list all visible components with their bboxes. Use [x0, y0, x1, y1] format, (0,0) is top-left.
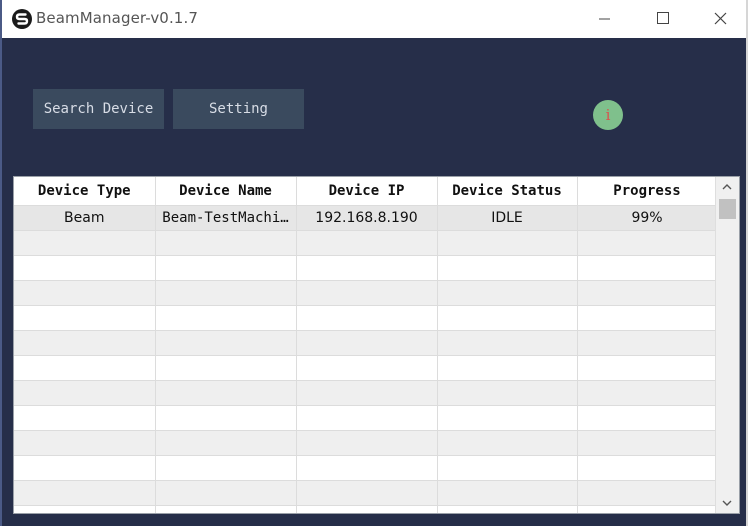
minimize-button[interactable] [579, 0, 625, 38]
table-row-empty[interactable] [14, 430, 718, 456]
title-bar[interactable]: BeamManager-v0.1.7 [2, 0, 746, 38]
table-row-empty[interactable] [14, 405, 718, 431]
table-row-empty[interactable] [14, 330, 718, 356]
vertical-scrollbar[interactable] [715, 177, 739, 513]
setting-button[interactable]: Setting [173, 89, 304, 129]
table-row-empty[interactable] [14, 480, 718, 506]
info-icon[interactable]: i [593, 100, 623, 130]
column-header-device-status[interactable]: Device Status [437, 177, 578, 206]
table-row-empty[interactable] [14, 230, 718, 256]
app-window: BeamManager-v0.1.7 Search Device Setting… [0, 0, 748, 526]
table-row-empty[interactable] [14, 255, 718, 281]
scroll-down-button[interactable] [716, 493, 738, 513]
table-header-row: Device Type Device Name Device IP Device… [14, 177, 718, 206]
maximize-icon [657, 12, 669, 24]
close-button[interactable] [696, 0, 742, 38]
table-row-empty[interactable] [14, 380, 718, 406]
table-row-empty[interactable] [14, 505, 718, 513]
device-grid: Device Type Device Name Device IP Device… [14, 177, 718, 513]
cell-progress: 99% [577, 205, 718, 231]
window-frame-left [0, 0, 2, 526]
table-row-empty[interactable] [14, 305, 718, 331]
minimize-icon [599, 18, 610, 20]
table-row[interactable]: Beam Beam-TestMachi… 192.168.8.190 IDLE … [14, 205, 718, 231]
maximize-button[interactable] [637, 0, 683, 38]
cell-device-type: Beam [14, 205, 156, 231]
column-header-device-name[interactable]: Device Name [155, 177, 297, 206]
cell-device-ip: 192.168.8.190 [296, 205, 438, 231]
column-header-device-type[interactable]: Device Type [14, 177, 156, 206]
search-device-button[interactable]: Search Device [33, 89, 164, 129]
table-row-empty[interactable] [14, 280, 718, 306]
window-title: BeamManager-v0.1.7 [36, 9, 198, 27]
cell-device-name: Beam-TestMachi… [155, 205, 297, 231]
chevron-up-icon [722, 184, 732, 190]
chevron-down-icon [722, 500, 732, 506]
close-icon [714, 12, 727, 25]
column-header-device-ip[interactable]: Device IP [296, 177, 438, 206]
table-row-empty[interactable] [14, 355, 718, 381]
scroll-up-button[interactable] [716, 177, 738, 197]
scroll-thumb[interactable] [719, 199, 736, 219]
device-table: Device Type Device Name Device IP Device… [13, 176, 740, 514]
table-row-empty[interactable] [14, 455, 718, 481]
cell-device-status: IDLE [437, 205, 578, 231]
app-logo-icon [12, 9, 32, 29]
column-header-progress[interactable]: Progress [577, 177, 718, 206]
